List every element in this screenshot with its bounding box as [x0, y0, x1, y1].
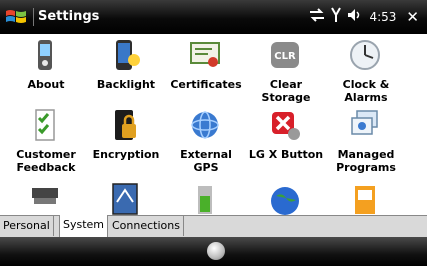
signal-icon[interactable] [331, 7, 342, 27]
encryption-icon [115, 110, 136, 140]
regional-icon [355, 186, 375, 214]
certificates-icon [190, 42, 220, 67]
screen-icon [112, 183, 138, 215]
close-icon[interactable]: ✕ [406, 8, 419, 26]
start-button[interactable] [4, 6, 30, 28]
input-panel-icon[interactable] [207, 242, 225, 260]
customer-feedback-icon [35, 109, 55, 141]
windows-logo-icon [6, 10, 26, 23]
gps-icon [191, 111, 219, 139]
item-label: LG X Button [248, 148, 324, 161]
status-area: 4:53 ✕ [309, 6, 419, 28]
item-label: Customer Feedback [16, 148, 76, 174]
connectivity-icon[interactable] [309, 8, 325, 26]
item-label: Managed Programs [336, 148, 396, 174]
tab-bar: Personal System Connections [0, 215, 427, 238]
item-label: Encryption [92, 148, 160, 161]
lg-x-button-icon [272, 112, 300, 140]
tab-personal[interactable]: Personal [0, 216, 54, 236]
tab-connections[interactable]: Connections [109, 216, 184, 236]
about-icon [38, 40, 52, 70]
title-divider [33, 8, 34, 26]
clock-text[interactable]: 4:53 [369, 10, 396, 24]
item-label: Backlight [96, 78, 156, 91]
item-label: Certificates [170, 78, 242, 91]
item-label: Clear Storage [261, 78, 311, 104]
title-bar: Settings 4:53 ✕ [0, 0, 427, 34]
item-label: Clock & Alarms [342, 78, 390, 104]
window-title: Settings [38, 9, 100, 24]
globe-icon [271, 187, 299, 215]
menu-bar [0, 237, 427, 266]
tab-system[interactable]: System [59, 215, 109, 237]
speaker-icon[interactable] [347, 8, 363, 26]
item-label: About [27, 78, 65, 91]
item-label: External GPS [180, 148, 232, 174]
svg-text:CLR: CLR [274, 51, 296, 62]
memory-icon [32, 188, 58, 204]
clear-storage-icon: CLR [271, 42, 299, 68]
backlight-icon [116, 40, 140, 70]
clock-icon [350, 40, 380, 70]
settings-grid: About Backlight Certificates CLR Clear S… [0, 34, 427, 215]
managed-programs-icon [351, 110, 378, 135]
power-icon [198, 186, 212, 214]
